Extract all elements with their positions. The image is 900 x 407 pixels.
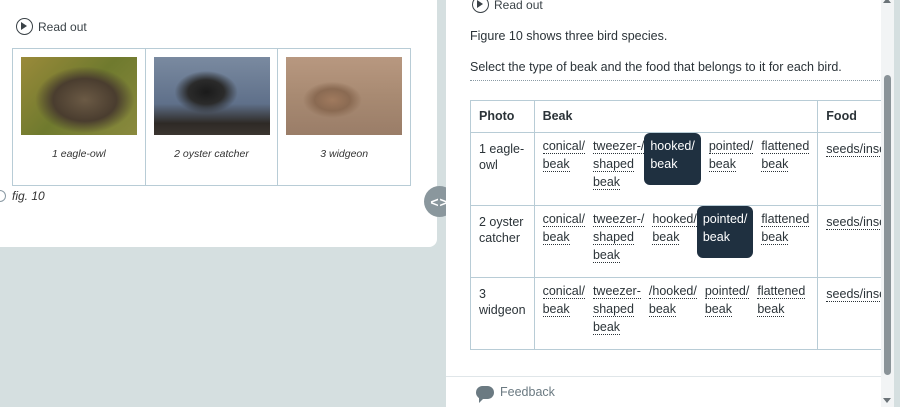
read-out-button[interactable]: Read out xyxy=(472,0,543,13)
beak-option-flattened[interactable]: flattened beak xyxy=(753,206,810,250)
column-header-photo: Photo xyxy=(470,100,535,133)
figure-caption: 3 widgeon xyxy=(320,148,369,160)
oyster-catcher-photo xyxy=(153,57,270,135)
beak-options-cell: conical/beak tweezer-/shaped beak hooked/… xyxy=(533,205,819,278)
chat-bubble-icon xyxy=(476,385,494,403)
row-photo-label: 3 widgeon xyxy=(470,277,535,350)
play-audio-icon xyxy=(472,0,489,13)
play-audio-icon xyxy=(16,18,33,35)
beak-option-hooked[interactable]: hooked/beak xyxy=(644,206,697,250)
circle-icon xyxy=(0,190,6,202)
feedback-label: Feedback xyxy=(500,385,555,399)
divider xyxy=(446,376,894,377)
beak-option-conical[interactable]: conical/beak xyxy=(535,278,585,322)
beak-options-cell: conical/beak tweezer-shaped beak /hooked/… xyxy=(533,277,819,350)
table-row: 1 eagle-owl conical/beak tweezer-/shaped… xyxy=(470,132,894,206)
beak-option-pointed[interactable]: pointed/beak xyxy=(697,278,750,322)
feedback-button[interactable]: Feedback xyxy=(476,385,555,403)
figure-caption: 2 oyster catcher xyxy=(174,148,249,160)
scrollbar-thumb[interactable] xyxy=(884,75,891,375)
beak-option-flattened[interactable]: flattened beak xyxy=(753,133,810,177)
row-photo-label: 2 oyster catcher xyxy=(470,205,535,278)
scroll-down-icon[interactable] xyxy=(883,398,891,403)
read-out-label: Read out xyxy=(494,0,543,12)
beak-option-flattened[interactable]: flattened beak xyxy=(749,278,806,322)
read-out-label: Read out xyxy=(38,19,87,34)
figure-caption: 1 eagle-owl xyxy=(51,148,106,160)
task-panel: Read out Figure 10 shows three bird spec… xyxy=(446,0,894,407)
beak-option-tweezer[interactable]: tweezer-/shaped beak xyxy=(585,133,645,195)
table-row: 3 widgeon conical/beak tweezer-shaped bea… xyxy=(470,277,894,350)
task-intro: Figure 10 shows three bird species. xyxy=(470,29,668,43)
figure-item-widgeon: 3 widgeon xyxy=(278,49,410,185)
task-instruction: Select the type of beak and the food tha… xyxy=(470,60,886,81)
figure-label: fig. 10 xyxy=(12,189,45,203)
beak-option-conical[interactable]: conical/beak xyxy=(535,133,585,177)
beak-option-hooked[interactable]: hooked/beak xyxy=(644,133,701,185)
eagle-owl-photo xyxy=(21,57,137,135)
beak-option-tweezer[interactable]: tweezer-shaped beak xyxy=(585,278,641,340)
vertical-scrollbar[interactable] xyxy=(881,0,894,407)
beak-option-tweezer[interactable]: tweezer-/shaped beak xyxy=(585,206,645,268)
figure-item-oyster-catcher: 2 oyster catcher xyxy=(146,49,279,185)
table-row: 2 oyster catcher conical/beak tweezer-/s… xyxy=(470,205,894,278)
figure-panel: Read out 1 eagle-owl 2 oyster catcher 3 … xyxy=(0,0,437,247)
figure-grid: 1 eagle-owl 2 oyster catcher 3 widgeon xyxy=(12,48,411,186)
column-header-beak: Beak xyxy=(533,100,819,133)
widgeon-photo xyxy=(286,57,403,135)
window-edge xyxy=(894,0,900,407)
scroll-up-icon[interactable] xyxy=(883,0,891,3)
beak-options-cell: conical/beak tweezer-/shaped beak hooked/… xyxy=(533,132,819,206)
beak-option-pointed[interactable]: pointed/beak xyxy=(696,206,754,258)
row-photo-label: 1 eagle-owl xyxy=(470,132,535,206)
beak-option-conical[interactable]: conical/beak xyxy=(535,206,585,250)
beak-option-hooked[interactable]: /hooked/beak xyxy=(641,278,697,322)
read-out-button[interactable]: Read out xyxy=(16,18,87,35)
beak-food-table: Photo Beak Food 1 eagle-owl conical/beak… xyxy=(470,100,894,350)
figure-item-eagle-owl: 1 eagle-owl xyxy=(13,49,146,185)
beak-option-pointed[interactable]: pointed/beak xyxy=(701,133,754,177)
